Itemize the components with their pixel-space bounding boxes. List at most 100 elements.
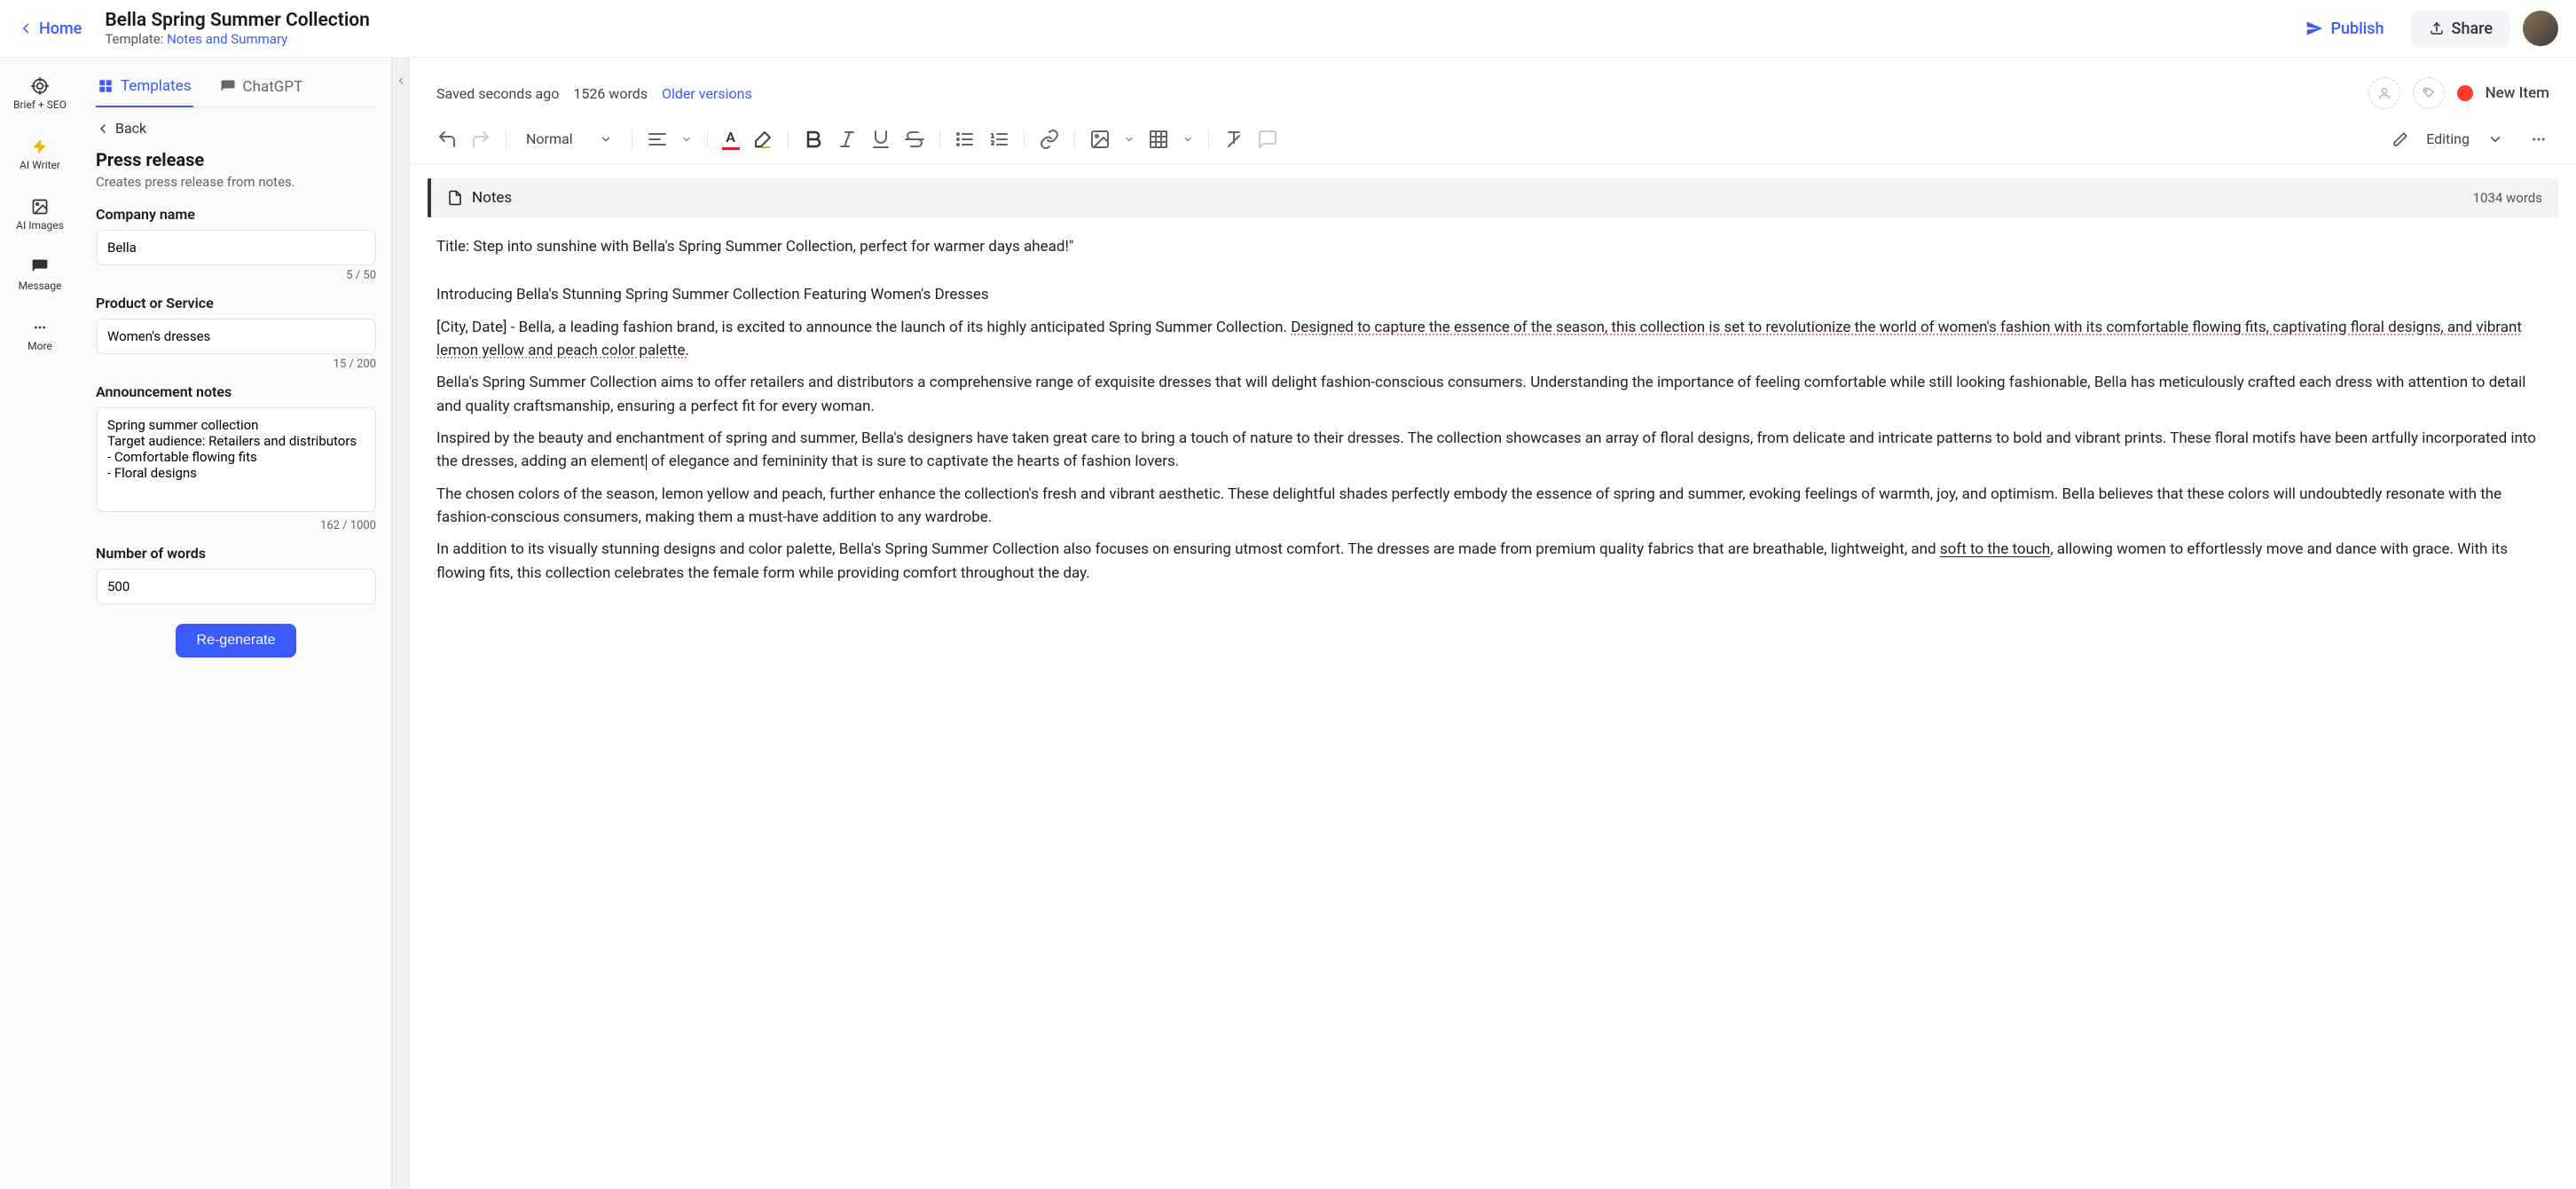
avatar[interactable] xyxy=(2523,11,2558,46)
nav-more[interactable]: More xyxy=(24,313,56,358)
clear-format-button[interactable] xyxy=(1223,129,1245,150)
back-link[interactable]: Back xyxy=(96,120,376,137)
mode-label: Editing xyxy=(2426,130,2470,147)
home-link[interactable]: Home xyxy=(18,20,82,38)
undo-button[interactable] xyxy=(436,129,458,150)
redo-button[interactable] xyxy=(470,129,491,150)
notes-word-count: 1034 words xyxy=(2473,190,2542,206)
status-dot xyxy=(2457,85,2473,101)
announcement-counter: 162 / 1000 xyxy=(96,519,376,532)
tab-chatgpt[interactable]: ChatGPT xyxy=(218,70,305,106)
person-icon xyxy=(2377,86,2391,100)
content-p5: In addition to its visually stunning des… xyxy=(436,538,2549,585)
highlight-button[interactable] xyxy=(752,129,774,150)
company-input[interactable] xyxy=(96,230,376,265)
nav-writer[interactable]: AI Writer xyxy=(16,132,64,177)
company-counter: 5 / 50 xyxy=(96,269,376,282)
word-count: 1526 words xyxy=(573,85,648,102)
panel-desc: Creates press release from notes. xyxy=(96,174,376,190)
chevron-down-icon xyxy=(600,133,612,146)
link-button[interactable] xyxy=(1039,129,1060,150)
send-icon xyxy=(2305,20,2323,37)
comment-button[interactable] xyxy=(1257,129,1278,150)
bolt-icon xyxy=(31,138,49,155)
nav-message[interactable]: Message xyxy=(15,253,66,297)
older-versions-link[interactable]: Older versions xyxy=(662,85,752,102)
nav-images-label: AI Images xyxy=(16,219,64,232)
editor: Saved seconds ago 1526 words Older versi… xyxy=(410,58,2576,1189)
content-p4: The chosen colors of the season, lemon y… xyxy=(436,483,2549,530)
more-options[interactable] xyxy=(2528,129,2549,150)
nav-images[interactable]: AI Images xyxy=(12,193,67,237)
saved-status: Saved seconds ago xyxy=(436,85,559,102)
align-dropdown[interactable] xyxy=(680,129,693,150)
italic-button[interactable] xyxy=(836,129,858,150)
template-label: Template: xyxy=(105,31,167,47)
nav-writer-label: AI Writer xyxy=(20,159,60,171)
nav-brief[interactable]: Brief + SEO xyxy=(10,72,70,116)
chevron-left-icon xyxy=(96,122,110,136)
announcement-label: Announcement notes xyxy=(96,383,376,400)
image-button[interactable] xyxy=(1089,129,1111,150)
underline-button[interactable] xyxy=(870,129,891,150)
nav-rail: Brief + SEO AI Writer AI Images Message … xyxy=(0,58,80,1189)
document-title: Bella Spring Summer Collection xyxy=(105,10,370,31)
share-button[interactable]: Share xyxy=(2411,11,2510,47)
chevron-down-icon xyxy=(1182,134,1193,145)
editing-mode-select[interactable]: Editing xyxy=(2392,129,2549,150)
upload-icon xyxy=(2429,20,2445,36)
content-p3: Inspired by the beauty and enchantment o… xyxy=(436,427,2549,474)
text-cursor xyxy=(646,454,647,470)
chevron-down-icon xyxy=(2487,131,2503,147)
editor-content[interactable]: Title: Step into sunshine with Bella's S… xyxy=(410,217,2576,611)
home-label: Home xyxy=(39,20,82,38)
product-input[interactable] xyxy=(96,319,376,354)
image-icon xyxy=(31,198,49,216)
product-counter: 15 / 200 xyxy=(96,358,376,371)
add-circle-1[interactable] xyxy=(2368,77,2400,109)
chat-icon xyxy=(220,79,236,95)
content-p2: Bella's Spring Summer Collection aims to… xyxy=(436,371,2549,418)
regenerate-button[interactable]: Re-generate xyxy=(176,624,297,657)
sidebar: Templates ChatGPT Back Press release Cre… xyxy=(80,58,392,1189)
words-input[interactable] xyxy=(96,569,376,604)
underlined-span: soft to the touch xyxy=(1940,540,2050,558)
announcement-input[interactable]: Spring summer collection Target audience… xyxy=(96,407,376,512)
template-line: Template: Notes and Summary xyxy=(105,31,370,47)
publish-label: Publish xyxy=(2330,20,2384,38)
image-dropdown[interactable] xyxy=(1123,129,1135,150)
align-button[interactable] xyxy=(647,129,668,150)
title-block: Bella Spring Summer Collection Template:… xyxy=(105,10,370,47)
bold-button[interactable] xyxy=(803,129,824,150)
share-label: Share xyxy=(2452,20,2493,38)
dots-icon xyxy=(31,319,49,336)
collapse-sidebar[interactable] xyxy=(392,58,410,1189)
number-list-button[interactable] xyxy=(988,129,1009,150)
font-color-a: A xyxy=(726,129,735,146)
notes-section-header[interactable]: Notes 1034 words xyxy=(428,178,2558,217)
publish-button[interactable]: Publish xyxy=(2291,12,2398,45)
add-circle-2[interactable] xyxy=(2413,77,2445,109)
status-text[interactable]: New Item xyxy=(2486,84,2549,102)
chevron-down-icon xyxy=(681,134,692,145)
tab-templates[interactable]: Templates xyxy=(96,70,193,107)
paragraph-style-select[interactable]: Normal xyxy=(521,127,617,151)
bullet-list-button[interactable] xyxy=(954,129,976,150)
font-color-bar xyxy=(722,147,740,150)
chevron-left-icon xyxy=(396,75,406,86)
template-link[interactable]: Notes and Summary xyxy=(167,31,287,47)
back-label: Back xyxy=(115,120,146,137)
company-label: Company name xyxy=(96,206,376,223)
content-title: Title: Step into sunshine with Bella's S… xyxy=(436,235,2549,258)
font-color-button[interactable]: A xyxy=(722,129,740,150)
words-label: Number of words xyxy=(96,545,376,562)
table-button[interactable] xyxy=(1148,129,1169,150)
editor-status-line: Saved seconds ago 1526 words Older versi… xyxy=(410,58,2576,120)
message-icon xyxy=(31,258,49,276)
tab-templates-label: Templates xyxy=(121,77,192,95)
target-icon xyxy=(31,77,49,95)
tag-icon xyxy=(2422,86,2436,100)
table-dropdown[interactable] xyxy=(1182,129,1194,150)
top-bar: Home Bella Spring Summer Collection Temp… xyxy=(0,0,2576,58)
strikethrough-button[interactable] xyxy=(904,129,925,150)
